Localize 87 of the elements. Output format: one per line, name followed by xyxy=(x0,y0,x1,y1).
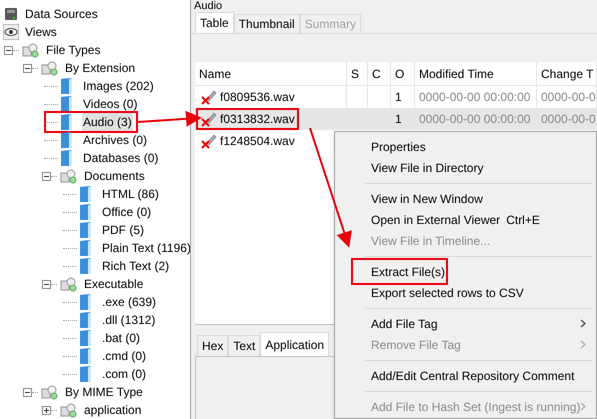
node-icon xyxy=(22,42,40,58)
column-header[interactable]: Modified Time xyxy=(415,62,537,85)
tree-item[interactable]: PDF (5) xyxy=(101,221,145,239)
node-icon xyxy=(60,168,78,184)
eye-icon xyxy=(3,24,19,40)
deleted-file-icon xyxy=(201,89,217,105)
menu-item[interactable]: Export selected rows to CSV xyxy=(365,282,592,303)
chevron-right-icon xyxy=(580,319,586,328)
table-cell-text: 1 xyxy=(395,111,402,128)
table-cell-text: f0313832.wav xyxy=(220,111,295,128)
collapse-icon[interactable] xyxy=(42,172,51,180)
table-cell-text: 0000-00-00 00:00:00 xyxy=(419,111,530,128)
file-icon xyxy=(79,293,93,311)
chevron-right-icon xyxy=(580,340,586,349)
table-cell-text: 1 xyxy=(395,89,402,106)
column-header[interactable]: S xyxy=(347,62,368,85)
tree-item[interactable]: Databases (0) xyxy=(82,149,160,167)
file-icon xyxy=(60,149,74,167)
collapse-icon[interactable] xyxy=(23,388,32,396)
file-icon xyxy=(79,347,93,365)
file-icon xyxy=(79,203,93,221)
node-icon xyxy=(60,276,78,292)
table-cell-text: 0000-00-00 00:00:00 xyxy=(419,89,530,106)
tree-item[interactable]: .bat (0) xyxy=(101,329,142,347)
collapse-icon[interactable] xyxy=(42,280,51,288)
tree-item[interactable]: File Types xyxy=(45,41,102,59)
annotation-arrow xyxy=(138,110,202,127)
menu-item[interactable]: View in New Window xyxy=(365,188,592,209)
table-cell-text: 0000-00-0 xyxy=(541,89,596,106)
file-icon xyxy=(60,113,74,131)
tree-item[interactable]: application xyxy=(83,401,142,419)
file-icon xyxy=(79,239,93,257)
tree-item[interactable]: .cmd (0) xyxy=(101,347,148,365)
file-icon xyxy=(79,365,93,383)
file-icon xyxy=(60,77,74,95)
tree-item[interactable]: Archives (0) xyxy=(82,131,148,149)
file-icon xyxy=(79,185,93,203)
tree-item[interactable]: By Extension xyxy=(64,59,136,77)
menu-item[interactable]: Properties xyxy=(365,136,592,157)
tree-item[interactable]: Executable xyxy=(83,275,144,293)
menu-item[interactable]: Add/Edit Central Repository Comment xyxy=(365,365,592,386)
tab[interactable]: Hex xyxy=(197,335,228,356)
column-header[interactable]: O xyxy=(391,62,415,85)
tree-item[interactable]: By MIME Type xyxy=(64,383,144,401)
table-cell-text: f0809536.wav xyxy=(220,89,295,106)
column-header[interactable]: C xyxy=(368,62,391,85)
deleted-file-icon xyxy=(201,111,217,127)
tree-item[interactable]: Videos (0) xyxy=(82,95,138,113)
tab[interactable]: Table xyxy=(195,12,234,33)
chevron-right-icon xyxy=(580,402,586,411)
tree-item[interactable]: .com (0) xyxy=(101,365,148,383)
tree-item[interactable]: Data Sources xyxy=(24,5,99,23)
menu-item[interactable]: Extract File(s) xyxy=(365,261,592,282)
panel-title: Audio xyxy=(193,0,222,13)
column-header[interactable]: Name xyxy=(195,62,347,85)
menu-item[interactable]: Add File Tag xyxy=(365,313,592,334)
node-icon xyxy=(41,384,59,400)
tree-item[interactable]: .exe (639) xyxy=(101,293,158,311)
menu-item[interactable]: View File in Directory xyxy=(365,157,592,178)
tab[interactable]: Text xyxy=(228,335,260,356)
collapse-icon[interactable] xyxy=(23,64,32,72)
column-header[interactable]: Change T xyxy=(537,62,597,85)
file-icon xyxy=(60,131,74,149)
tree-item[interactable]: Office (0) xyxy=(101,203,152,221)
file-icon xyxy=(60,95,74,113)
file-icon xyxy=(79,329,93,347)
file-icon xyxy=(79,311,93,329)
file-icon xyxy=(79,221,93,239)
expand-icon[interactable] xyxy=(42,406,51,414)
tree-item[interactable]: Audio (3) xyxy=(82,113,133,131)
menu-item[interactable]: Open in External Viewer Ctrl+E xyxy=(365,209,592,230)
collapse-icon[interactable] xyxy=(4,46,13,54)
table-cell-text: 0000-00-0 xyxy=(541,111,596,128)
file-icon xyxy=(79,257,93,275)
node-icon xyxy=(41,60,59,76)
table-cell-text: f1248504.wav xyxy=(220,133,295,150)
tab[interactable]: Application xyxy=(260,332,330,356)
table-row[interactable]: f0313832.wav 1 0000-00-00 00:00:00 0000-00-0 xyxy=(195,108,597,130)
tree-item[interactable]: .dll (1312) xyxy=(101,311,156,329)
tree-item[interactable]: HTML (86) xyxy=(101,185,160,203)
tree-item[interactable]: Views xyxy=(24,23,58,41)
deleted-file-icon xyxy=(201,133,217,149)
tree-item[interactable]: Plain Text (1196) xyxy=(101,239,190,257)
tree-item[interactable]: Images (202) xyxy=(82,77,155,95)
tree-item[interactable]: Documents xyxy=(83,167,146,185)
tree-item[interactable]: Rich Text (2) xyxy=(101,257,170,275)
tab[interactable]: Thumbnail xyxy=(234,14,300,33)
